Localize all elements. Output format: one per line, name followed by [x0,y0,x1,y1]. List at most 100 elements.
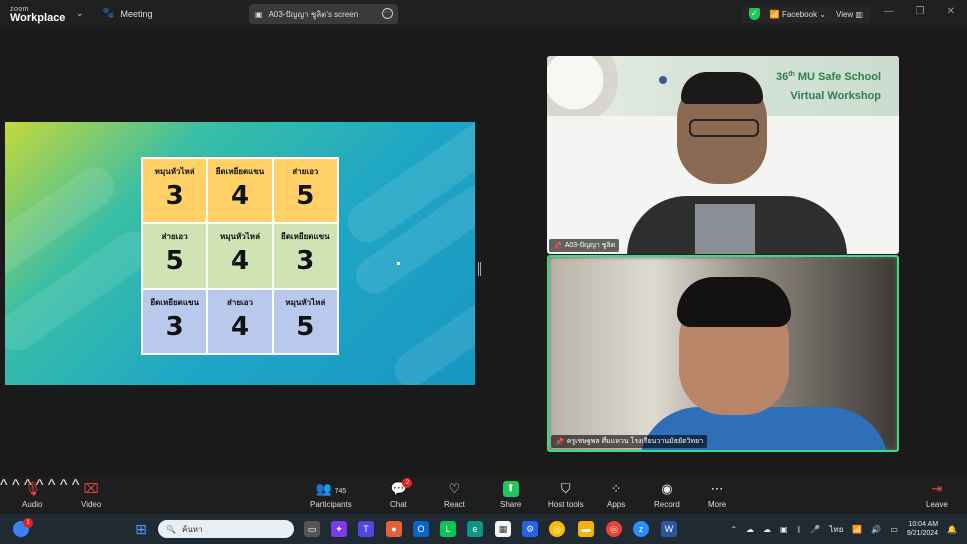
edge-icon[interactable]: e [467,521,483,537]
chrome-profile-icon[interactable]: ◎ [606,521,622,537]
wifi-icon[interactable]: 📶 [852,525,862,534]
grid-cell: ส่ายเอว 5 [273,159,337,223]
exercise-count: 4 [230,246,250,277]
close-icon[interactable]: ✕ [947,6,955,17]
react-button[interactable]: ♡ React [444,481,465,509]
battery-icon[interactable]: ▭ [890,525,898,534]
view-button[interactable]: View ▥ [836,10,863,19]
settings-icon[interactable]: ⚙ [522,521,538,537]
leave-button[interactable]: ⇥ Leave [926,481,948,509]
task-view-icon[interactable]: ▭ [304,521,320,537]
share-options-caret[interactable]: ^ [60,477,68,494]
participants-label: Participants [310,500,352,509]
paw-icon: 🐾 [102,8,115,19]
exercise-label: หมุนหัวไหล่ [285,297,326,307]
shield-icon: ⛉ [560,481,571,496]
audio-button[interactable]: 🎙 Audio [22,481,42,509]
widgets-icon[interactable]: 1 [13,518,33,537]
grid-cell: ส่ายเอว 5 [143,224,207,288]
shared-slide: หมุนหัวไหล่ 3 ยืดเหยียดแขน 4 ส่ายเอว 5 ส่ายเอว… [5,122,475,385]
apps-label: Apps [607,500,626,509]
share-button[interactable]: ⬆ Share [500,481,521,509]
file-explorer-icon[interactable]: ▬ [578,521,594,537]
exercise-label: ส่ายเอว [161,232,188,242]
chrome-icon[interactable]: ◎ [549,521,565,537]
host-tools-button[interactable]: ⛉ Host tools [548,481,584,509]
onedrive-icon[interactable]: ☁ [763,525,771,534]
store-icon[interactable]: ▦ [495,521,511,537]
participants-button[interactable]: 👥 745 Participants [310,481,352,509]
video-label: Video [81,500,102,509]
chevron-down-icon[interactable]: ⌄ [76,8,84,19]
exercise-label: ยืดเหยียดแขน [150,297,199,307]
outlook-icon[interactable]: O [413,521,429,537]
notification-badge: 1 [23,518,33,528]
chat-badge: 2 [402,478,413,488]
start-menu-icon[interactable]: ⊞ [133,521,149,537]
app-icon[interactable]: ● [386,521,402,537]
copilot-icon[interactable]: ✦ [331,521,347,537]
react-label: React [444,500,465,509]
meeting-toolbar: 🎙 Audio ^ ⌧ Video ^ 👥 745 Participants ^ … [0,477,967,514]
university-seal-icon [659,76,667,84]
banner-subtitle: Virtual Workshop [790,90,881,102]
chat-button[interactable]: 💬 2 Chat [390,478,413,509]
video-button[interactable]: ⌧ Video [81,481,101,509]
bluetooth-icon[interactable]: ᛒ [797,525,802,534]
notifications-bell-icon[interactable]: 🔔 [947,525,957,534]
grid-cell: ยืดเหยียดแขน 3 [143,289,207,353]
exercise-label: ส่ายเอว [226,297,254,307]
banner-graphic [547,56,637,116]
audio-label: Audio [22,500,43,509]
resize-handle[interactable] [478,262,481,276]
security-shield-icon[interactable]: ✓ [748,8,760,20]
zoom-icon[interactable]: z [633,521,649,537]
taskbar-search[interactable]: 🔍 ค้นหา [158,520,294,538]
participant-name: A03-ปัญญา ชูลิต [564,242,616,249]
camera-off-icon: ⌧ [83,481,99,496]
cloud-icon[interactable]: ☁ [746,525,754,534]
banner-title: 36th MU Safe School [775,71,881,83]
meeting-menu[interactable]: 🐾 Meeting [102,8,152,19]
chat-label: Chat [390,500,407,509]
clock[interactable]: 10:04 AM 9/21/2024 [907,520,938,538]
audio-options-caret[interactable]: ^ [0,477,8,494]
mic-muted-icon: 🎙 [24,481,41,496]
video-tile-active-speaker[interactable]: 📌 ครูเชษฐพล ศึ่มแหวน โรงเรียนวานมัธยัตวิ… [547,255,899,452]
video-options-caret[interactable]: ^ [12,477,20,494]
word-icon[interactable]: W [661,521,677,537]
record-label: Record [654,500,680,509]
line-icon[interactable]: L [440,521,456,537]
more-options-icon[interactable]: ··· [382,8,393,19]
livestream-source[interactable]: 📶 Facebook ⌄ [770,10,826,19]
minimize-icon[interactable]: — [884,6,894,17]
chevron-up-icon[interactable]: ⌃ [730,525,737,534]
exercise-label: ยืดเหยียดแขน [281,232,330,242]
os-taskbar: 1 ⊞ 🔍 ค้นหา ▭ ✦ T ● O L e ▦ ⚙ ◎ ▬ ◎ z W … [0,514,967,544]
exercise-count: 5 [296,311,315,342]
apps-button[interactable]: ⁘ Apps [607,481,625,509]
video-tile-presenter[interactable]: 36th MU Safe School Virtual Workshop 📌 A… [547,56,899,254]
heart-icon: ♡ [448,481,461,496]
exercise-label: ยืดเหยียดแขน [215,167,265,176]
microphone-icon[interactable]: 🎤 [810,525,820,534]
participant-name: ครูเชษฐพล ศึ่มแหวน โรงเรียนวานมัธยัตวิทย… [566,438,704,445]
shared-screen-pill[interactable]: ▣ A03-ปัญญา ชูลิต's screen ··· [249,4,398,24]
exercise-label: หมุนหัวไหล่ [154,167,195,176]
grid-cell: หมุนหัวไหล่ 3 [143,159,207,223]
apps-options-caret[interactable]: ^ [72,477,80,494]
zoom-logo[interactable]: zoom Workplace [10,5,65,24]
restore-icon[interactable]: ❐ [916,6,925,17]
record-button[interactable]: ◉ Record [654,481,680,509]
input-language[interactable]: ไทย [829,523,843,536]
react-options-caret[interactable]: ^ [48,477,56,494]
screen-label: A03-ปัญญา ชูลิต's screen [268,9,359,19]
share-label: Share [500,500,522,509]
decor-shape [387,284,475,385]
title-bar: zoom Workplace ⌄ 🐾 Meeting ▣ A03-ปัญญา ช… [0,0,967,28]
teams-icon[interactable]: T [358,521,374,537]
security-icon[interactable]: ▣ [780,525,788,534]
screen-share-icon: ▣ [255,9,263,19]
more-button[interactable]: ⋯ More [708,481,726,509]
volume-icon[interactable]: 🔊 [871,525,881,534]
